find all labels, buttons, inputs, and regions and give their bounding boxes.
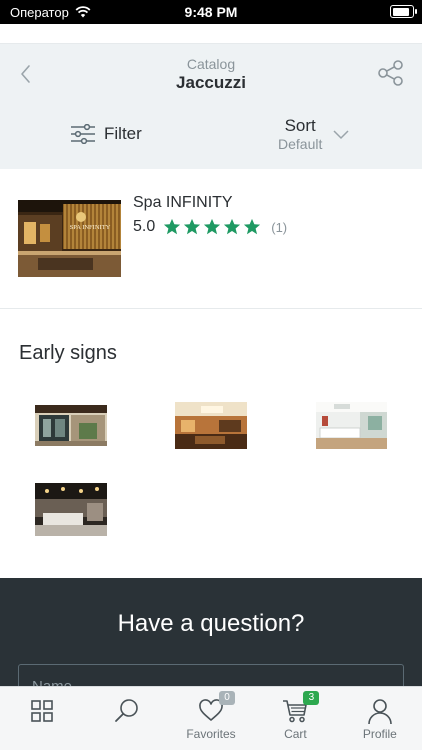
sort-button[interactable]: Sort Default (278, 116, 350, 152)
battery-icon (390, 5, 417, 18)
sort-text: Sort Default (278, 116, 322, 152)
tab-catalog[interactable] (0, 687, 84, 750)
storefront-photo (35, 405, 107, 446)
review-count[interactable]: (1) (271, 220, 287, 235)
chevron-down-icon (333, 130, 349, 140)
cart-badge: 3 (303, 691, 320, 705)
gallery-image[interactable] (175, 402, 247, 449)
sort-value: Default (278, 136, 323, 152)
lobby-photo (175, 402, 247, 449)
spa-sign-text: SPA INFINITY (70, 224, 111, 231)
section-title: Early signs (19, 342, 117, 364)
tab-profile[interactable]: Profile (338, 687, 422, 750)
question-title: Have a question? (117, 610, 305, 637)
star-icon (184, 218, 201, 235)
share-icon[interactable] (376, 58, 406, 88)
cart-label: Cart (284, 727, 307, 741)
filter-sliders-icon (71, 124, 95, 144)
gallery-image[interactable] (35, 405, 107, 446)
battery-fill (392, 7, 409, 16)
tab-favorites[interactable]: 0 Favorites (169, 687, 253, 750)
profile-label: Profile (362, 727, 397, 741)
header-title-block: Catalog Jaccuzzi (0, 56, 422, 93)
spa-photo: SPA INFINITY (18, 200, 121, 277)
star-icon (204, 218, 221, 235)
treatment-room-photo (316, 402, 387, 449)
grid-icon (31, 700, 54, 722)
carrier-name: Оператор (10, 4, 69, 20)
gallery-image[interactable] (35, 483, 107, 536)
cart-icon-wrap: 3 (281, 691, 320, 725)
wifi-icon (75, 6, 91, 18)
product-name[interactable]: Spa INFINITY (133, 194, 233, 212)
product-thumbnail[interactable]: SPA INFINITY (18, 200, 121, 277)
rating-row: 5.0 (1) (133, 218, 287, 236)
search-icon (114, 699, 138, 722)
favorites-badge: 0 (219, 691, 236, 705)
profile-icon (368, 699, 392, 725)
tab-cart[interactable]: 3 Cart (253, 687, 337, 750)
rating-value: 5.0 (133, 218, 156, 235)
rating-stars (163, 218, 261, 236)
product-row[interactable]: SPA INFINITY Spa INFINITY 5.0 (1) (0, 169, 422, 309)
star-icon (164, 218, 181, 235)
carrier-group: Оператор (10, 5, 91, 20)
star-icon (224, 218, 241, 235)
filter-label: Filter (104, 124, 142, 143)
reception-photo (35, 483, 107, 536)
tab-search[interactable] (84, 687, 168, 750)
sort-label: Sort (284, 116, 316, 135)
gallery-image[interactable] (316, 402, 387, 449)
catalog-header: Catalog Jaccuzzi Filter Sort Default (0, 44, 422, 169)
status-bar: Оператор 9:48 PM (0, 0, 422, 24)
header-subtitle: Catalog (186, 56, 236, 72)
favorites-label: Favorites (186, 727, 236, 741)
favorites-icon-wrap: 0 (197, 691, 236, 725)
top-strip (0, 24, 422, 44)
filter-button[interactable]: Filter (70, 124, 142, 144)
tab-bar: 0 Favorites 3 Cart Profile (0, 686, 422, 750)
star-icon (244, 218, 261, 235)
page-title: Jaccuzzi (176, 73, 246, 92)
